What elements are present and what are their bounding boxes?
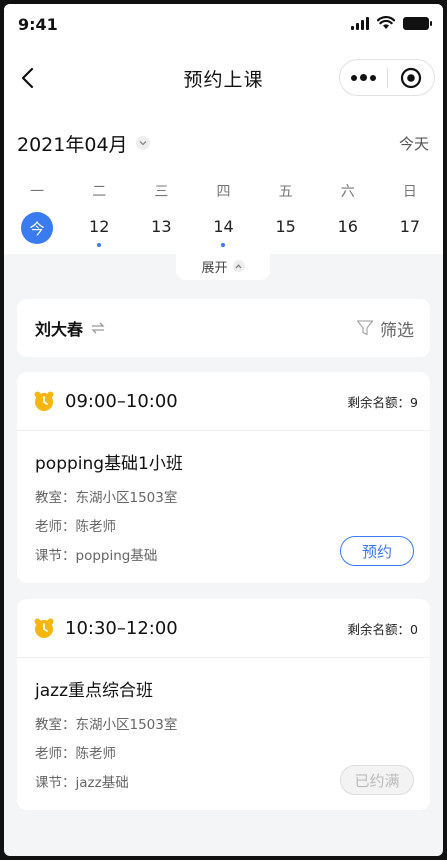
class-time: 09:00–10:00 [65,390,178,412]
expand-calendar-button[interactable]: 展开 [176,252,270,280]
chevron-up-icon [232,260,245,272]
classroom-info: 教室：东湖小区1503室 [35,484,412,513]
swap-icon[interactable] [91,322,105,334]
class-card-header: 10:30–12:00 剩余名额：0 [17,599,430,658]
expand-label: 展开 [201,260,228,276]
lesson-value: popping基础 [75,548,158,564]
classroom-value: 东湖小区1503室 [75,490,178,506]
date-number: 15 [275,217,296,236]
class-card-header: 09:00–10:00 剩余名额：9 [17,372,430,431]
lesson-value: jazz基础 [75,775,129,791]
classroom-value: 东湖小区1503室 [75,717,178,733]
teacher-label: 老师： [35,519,76,535]
class-card-body: jazz重点综合班 教室：东湖小区1503室 老师：陈老师 课节：jazz基础 … [17,658,430,810]
schedule-dot [97,243,102,247]
date-number: 12 [89,217,110,236]
weekday-label: 一 [30,184,45,200]
fully-booked-button[interactable]: 已约满 [340,765,414,795]
remaining-slots: 剩余名额：0 [347,621,418,637]
page-title: 预约上课 [183,68,264,91]
weekday-label: 六 [340,184,355,200]
filter-icon [356,320,374,336]
alarm-clock-icon [34,618,54,638]
date-cell[interactable]: 14 [192,212,254,248]
class-card-body: popping基础1小班 教室：东湖小区1503室 老师：陈老师 课节：popp… [17,431,430,583]
date-number: 13 [151,217,172,236]
status-bar: 9:41 [4,4,443,44]
alarm-clock-icon [34,391,54,411]
schedule-dot [221,243,226,247]
date-number: 14 [213,217,234,236]
teacher-name[interactable]: 刘大春 [35,316,83,340]
mini-program-capsule [339,59,435,96]
date-cell[interactable]: 16 [317,212,379,248]
book-button[interactable]: 预约 [340,536,414,566]
date-number: 17 [399,217,421,236]
date-cell[interactable]: 15 [255,212,317,248]
class-card: 10:30–12:00 剩余名额：0 jazz重点综合班 教室：东湖小区1503… [17,599,430,810]
date-cell-today[interactable]: 今 [6,212,68,248]
date-number: 16 [337,217,358,236]
weekday-header: 一 二 三 四 五 六 日 [4,174,443,208]
weekday-label: 四 [216,184,231,200]
date-row: 今 12 13 14 15 16 17 [4,208,443,254]
classroom-label: 教室： [35,717,76,733]
remaining-slots: 剩余名额：9 [347,394,418,410]
target-icon [400,67,421,88]
weekday-label: 三 [154,184,169,200]
class-name: jazz重点综合班 [35,681,153,701]
teacher-label: 老师： [35,746,76,762]
weekday-label: 日 [402,184,417,200]
date-cell[interactable]: 12 [68,212,130,248]
signal-icon [351,16,369,30]
class-time: 10:30–12:00 [65,617,178,639]
filter-bar: 刘大春 筛选 [17,299,430,357]
more-dot-icon [369,74,376,81]
nav-bar: 预约上课 [4,44,443,112]
teacher-value: 陈老师 [75,519,117,535]
classroom-label: 教室： [35,490,76,506]
weekday-label: 二 [92,184,107,200]
classroom-info: 教室：东湖小区1503室 [35,711,412,740]
status-time: 9:41 [18,14,58,34]
date-cell[interactable]: 13 [130,212,192,248]
filter-button[interactable]: 筛选 [356,316,414,341]
chevron-left-icon [21,67,34,89]
filter-label: 筛选 [380,320,414,341]
chevron-down-icon [139,141,146,146]
lesson-label: 课节： [35,775,76,791]
wifi-icon [377,16,395,29]
teacher-value: 陈老师 [75,746,117,762]
month-picker-toggle[interactable] [135,136,150,150]
close-miniprogram-button[interactable] [388,60,435,95]
weekday-label: 五 [278,184,293,200]
lesson-label: 课节： [35,548,76,564]
expand-area: 展开 [4,252,443,282]
date-cell[interactable]: 17 [379,212,441,248]
more-dot-icon [359,74,367,81]
more-dot-icon [350,74,357,81]
more-button[interactable] [340,60,387,95]
battery-icon [403,16,432,30]
class-card: 09:00–10:00 剩余名额：9 popping基础1小班 教室：东湖小区1… [17,372,430,583]
back-button[interactable] [14,64,40,92]
phone-screen: 9:41 预约上课 2021年04月 今天 一 二 三 四 五 六 日 今 12… [4,4,443,856]
today-button[interactable]: 今天 [399,133,429,154]
status-icons [351,16,432,30]
month-row: 2021年04月 今天 [4,112,443,174]
header-area: 9:41 预约上课 2021年04月 今天 一 二 三 四 五 六 日 今 12… [4,4,443,254]
class-name: popping基础1小班 [35,454,183,474]
month-label[interactable]: 2021年04月 [17,130,128,157]
today-badge: 今 [21,212,54,244]
